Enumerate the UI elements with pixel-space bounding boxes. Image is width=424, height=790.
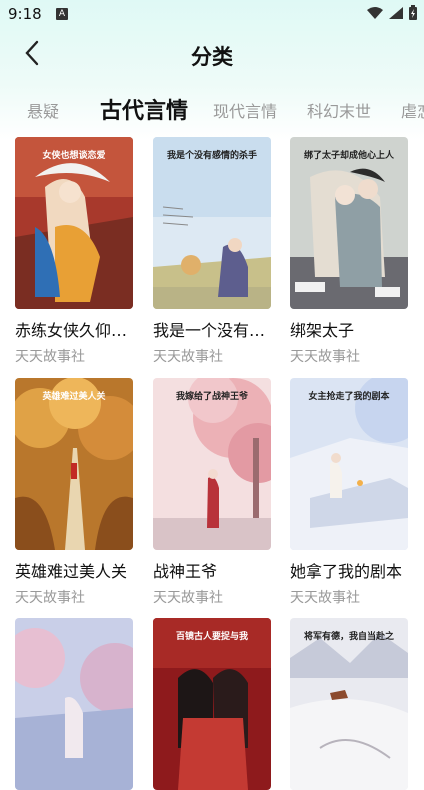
book-cover[interactable]: 女侠也想谈恋爱	[15, 137, 133, 309]
book-card[interactable]	[15, 618, 133, 790]
book-cover[interactable]: 百镜古人要捉与我	[153, 618, 271, 790]
book-cover[interactable]: 我嫁给了战神王爷	[153, 378, 271, 550]
cover-title: 我是个没有感情的杀手	[166, 151, 257, 161]
cover-title: 我嫁给了战神王爷	[175, 392, 248, 402]
book-card[interactable]: 女侠也想谈恋爱 赤练女侠久仰大名 天天故事社	[15, 137, 133, 366]
book-title: 战神王爷	[153, 562, 218, 581]
cover-title: 将军有德，我自当赴之	[303, 632, 394, 642]
book-card[interactable]: 我嫁给了战神王爷 战神王爷 天天故事社	[153, 378, 271, 607]
book-publisher: 天天故事社	[153, 349, 223, 365]
book-title: 我是一个没有感情的杀手	[153, 321, 271, 340]
book-title: 绑架太子	[290, 321, 355, 340]
book-cover[interactable]: 绑了太子却成他心上人	[290, 137, 408, 309]
status-time: 9:18	[8, 5, 42, 23]
status-bar: 9:18 A	[0, 0, 424, 30]
book-card[interactable]: 女主抢走了我的剧本 她拿了我的剧本 天天故事社	[290, 378, 408, 607]
book-card[interactable]: 将军有德，我自当赴之	[290, 618, 408, 790]
book-publisher: 天天故事社	[15, 349, 85, 365]
book-card[interactable]: 绑了太子却成他心上人 绑架太子 天天故事社	[290, 137, 408, 366]
book-cover[interactable]: 将军有德，我自当赴之	[290, 618, 408, 790]
book-title: 她拿了我的剧本	[290, 562, 403, 581]
book-publisher: 天天故事社	[290, 349, 360, 365]
cover-title: 女侠也想谈恋爱	[42, 151, 106, 161]
book-publisher: 天天故事社	[153, 590, 223, 606]
book-cover[interactable]: 英雄难过美人关	[15, 378, 133, 550]
tab-scifi[interactable]: 科幻末世	[307, 98, 371, 122]
cover-title: 女主抢走了我的剧本	[308, 392, 390, 402]
cover-title: 绑了太子却成他心上人	[303, 151, 394, 161]
book-card[interactable]: 百镜古人要捉与我	[153, 618, 271, 790]
tab-abuse-romance[interactable]: 虐恋	[401, 98, 424, 122]
cover-title: 百镜古人要捉与我	[175, 632, 248, 642]
wifi-icon	[367, 7, 383, 19]
book-publisher: 天天故事社	[290, 590, 360, 606]
tab-suspense[interactable]: 悬疑	[27, 98, 59, 122]
app-notification-icon: A	[56, 8, 68, 20]
signal-icon	[389, 7, 403, 19]
book-title: 赤练女侠久仰大名	[15, 321, 133, 340]
book-publisher: 天天故事社	[15, 590, 85, 606]
book-cover[interactable]	[15, 618, 133, 790]
tab-ancient-romance[interactable]: 古代言情	[100, 93, 188, 125]
tab-modern-romance[interactable]: 现代言情	[213, 98, 277, 122]
book-card[interactable]: 英雄难过美人关 英雄难过美人关 天天故事社	[15, 378, 133, 607]
book-title: 英雄难过美人关	[15, 562, 128, 581]
book-cover[interactable]: 我是个没有感情的杀手	[153, 137, 271, 309]
book-cover[interactable]: 女主抢走了我的剧本	[290, 378, 408, 550]
category-tabs: 悬疑 古代言情 现代言情 科幻末世 虐恋	[0, 90, 424, 130]
cover-title: 英雄难过美人关	[42, 392, 106, 402]
page-title: 分类	[191, 45, 233, 69]
book-card[interactable]: 我是个没有感情的杀手 我是一个没有感情的杀手 天天故事社	[153, 137, 271, 366]
battery-icon	[409, 5, 417, 20]
status-icons	[366, 5, 418, 21]
